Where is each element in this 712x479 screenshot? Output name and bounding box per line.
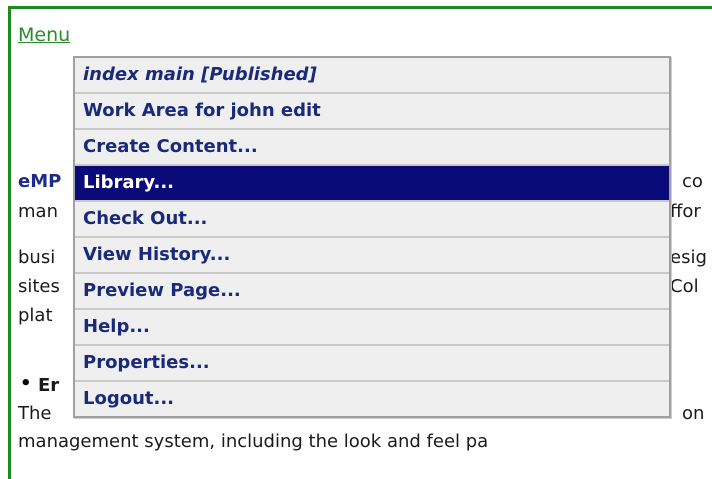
body-text-fragment: sites [18,276,60,297]
menu-item-check-out[interactable]: Check Out... [75,202,669,238]
bullet-icon: • [20,373,32,394]
menu-item-work-area[interactable]: Work Area for john edit [75,94,669,130]
menu-item-logout[interactable]: Logout... [75,382,669,416]
menu-item-library[interactable]: Library... [75,166,669,202]
context-menu: index main [Published] Work Area for joh… [73,56,671,418]
body-text-fragment: busi [18,247,56,268]
body-text-fragment: management system, including the look an… [18,431,489,452]
body-text-fragment: co [682,171,703,192]
menu-item-preview-page[interactable]: Preview Page... [75,274,669,310]
body-text-fragment: esig [670,247,707,268]
body-text-fragment: plat [18,305,53,326]
menu-item-view-history[interactable]: View History... [75,238,669,274]
body-text-fragment: Col [670,276,699,297]
body-text-link[interactable]: eMP [18,171,61,192]
menu-item-help[interactable]: Help... [75,310,669,346]
body-text-fragment: on [682,403,705,424]
body-text-fragment: The [18,403,52,424]
menu-item-create-content[interactable]: Create Content... [75,130,669,166]
menu-item-index-main[interactable]: index main [Published] [75,58,669,94]
menu-item-properties[interactable]: Properties... [75,346,669,382]
menu-link[interactable]: Menu [18,24,70,46]
body-text-fragment: ffor [670,201,701,222]
body-text-fragment: man [18,201,58,222]
section-heading: Er [38,375,60,396]
